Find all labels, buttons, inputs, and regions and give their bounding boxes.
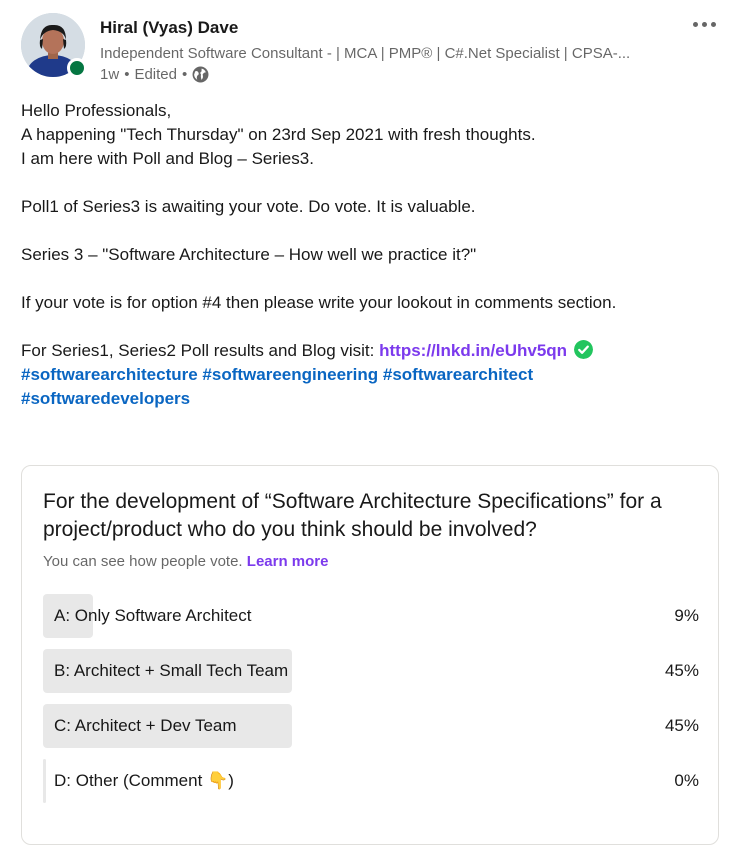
blog-visit-text: For Series1, Series2 Poll results and Bl… bbox=[21, 341, 380, 360]
poll-option-b[interactable]: B: Architect + Small Tech Team 45% bbox=[43, 649, 699, 693]
poll-option-percent: 9% bbox=[674, 606, 699, 625]
poll-note-text: You can see how people vote. bbox=[43, 553, 243, 570]
check-mark-icon bbox=[573, 340, 593, 359]
author-avatar[interactable] bbox=[21, 13, 87, 78]
feed-post: Hiral (Vyas) Dave Independent Software C… bbox=[0, 0, 739, 845]
poll-option-label: A: Only Software Architect bbox=[54, 606, 252, 625]
poll-option-c[interactable]: C: Architect + Dev Team 45% bbox=[43, 704, 699, 748]
poll-option-bar bbox=[43, 759, 46, 803]
globe-icon bbox=[192, 66, 209, 83]
poll-option-percent: 45% bbox=[664, 661, 699, 680]
author-headline: Independent Software Consultant - | MCA … bbox=[100, 45, 631, 62]
poll-card: For the development of “Software Archite… bbox=[21, 465, 719, 845]
poll-question: For the development of “Software Archite… bbox=[43, 490, 662, 541]
dot-icon bbox=[710, 21, 716, 27]
blog-link[interactable]: https://lnkd.in/eUhv5qn bbox=[379, 341, 567, 360]
poll-option-percent: 0% bbox=[674, 771, 699, 790]
commentary-line: I am here with Poll and Blog – Series3. bbox=[21, 149, 314, 168]
hashtag-link[interactable]: #softwareengineering bbox=[202, 365, 378, 384]
commentary-line: Hello Professionals, bbox=[21, 101, 172, 120]
hashtag-link[interactable]: #softwarearchitecture bbox=[21, 365, 198, 384]
hashtag-link[interactable]: #softwarearchitect bbox=[383, 365, 533, 384]
commentary-line: For Series1, Series2 Poll results and Bl… bbox=[21, 339, 721, 363]
meta-separator: • bbox=[124, 66, 130, 83]
dot-icon bbox=[692, 21, 698, 27]
post-age: 1w bbox=[100, 66, 120, 83]
poll-option-d[interactable]: D: Other (Comment 👇) 0% bbox=[43, 759, 699, 803]
poll-option-label: B: Architect + Small Tech Team bbox=[54, 661, 289, 680]
commentary-line: If your vote is for option #4 then pleas… bbox=[21, 293, 617, 312]
poll-option-a[interactable]: A: Only Software Architect 9% bbox=[43, 594, 699, 638]
more-options-button[interactable] bbox=[688, 12, 720, 36]
poll-visibility-note: You can see how people vote. Learn more bbox=[43, 553, 328, 570]
post-commentary: Hello Professionals, A happening "Tech T… bbox=[21, 99, 721, 411]
poll-option-label: D: Other (Comment 👇) bbox=[54, 771, 234, 790]
online-status-icon bbox=[67, 58, 87, 78]
hashtag-line: #softwaredevelopers bbox=[21, 387, 721, 411]
post-meta: 1w • Edited • bbox=[100, 66, 209, 83]
commentary-line: Poll1 of Series3 is awaiting your vote. … bbox=[21, 197, 476, 216]
author-name[interactable]: Hiral (Vyas) Dave bbox=[100, 18, 238, 38]
edited-label: Edited bbox=[134, 66, 177, 83]
hashtag-link[interactable]: #softwaredevelopers bbox=[21, 389, 190, 408]
commentary-line: A happening "Tech Thursday" on 23rd Sep … bbox=[21, 125, 536, 144]
dot-icon bbox=[701, 21, 707, 27]
poll-option-label: C: Architect + Dev Team bbox=[54, 716, 237, 735]
learn-more-link[interactable]: Learn more bbox=[247, 553, 329, 570]
meta-separator-2: • bbox=[182, 66, 188, 83]
hashtag-line: #softwarearchitecture #softwareengineeri… bbox=[21, 363, 721, 387]
poll-option-percent: 45% bbox=[664, 716, 699, 735]
commentary-line: Series 3 – "Software Architecture – How … bbox=[21, 245, 477, 264]
